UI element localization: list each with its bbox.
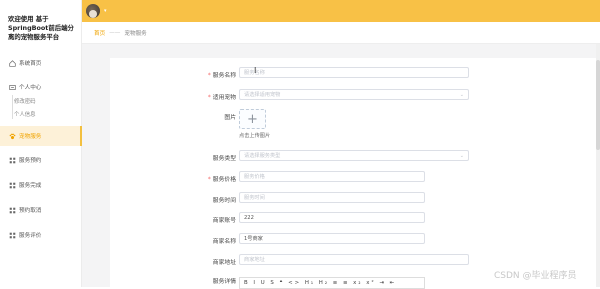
service-name-label-text: 服务名称 [212,73,236,79]
sidebar-item-change-password[interactable]: 修改密码 [14,97,36,105]
grid-icon [9,207,16,214]
sidebar-item-personal-center[interactable]: 个人中心 [0,77,82,97]
sidebar-item-label: 服务评价 [19,233,42,239]
merchant-address-input[interactable]: 商家地址 [239,254,469,265]
breadcrumb-separator: —— [109,29,121,36]
id-card-icon [9,84,16,91]
grid-icon [9,157,16,164]
service-name-label: * 服务名称 [208,70,236,79]
breadcrumb: 首页 —— 宠物服务 [82,22,600,44]
sidebar-item-personal-info[interactable]: 个人信息 [14,110,36,118]
scrollbar-thumb[interactable] [596,60,600,150]
sidebar-item-pet-service[interactable]: 宠物服务 [0,126,82,146]
applicable-pet-placeholder: 请选择适用宠物 [244,92,281,98]
paw-icon [9,133,16,140]
service-name-input[interactable]: 服务名称 [239,67,469,78]
plus-icon: + [247,111,258,127]
sidebar-item-label: 个人中心 [19,85,42,91]
applicable-pet-select[interactable]: 请选择适用宠物 ⌄ [239,89,469,100]
chevron-down-icon[interactable]: ▾ [104,8,107,14]
chevron-down-icon: ⌄ [459,92,464,98]
sidebar-item-service-booking[interactable]: 服务预约 [0,150,82,170]
service-price-label-text: 服务价格 [212,177,236,183]
sidebar-item-label: 宠物服务 [19,134,42,140]
merchant-name-label: 商家名称 [212,239,236,245]
sidebar-item-service-complete[interactable]: 服务完成 [0,175,82,195]
grid-icon [9,232,16,239]
breadcrumb-current: 宠物服务 [124,30,147,37]
applicable-pet-label-text: 适用宠物 [212,95,236,101]
submenu-line [12,95,13,119]
service-detail-label: 服务详情 [212,279,236,285]
grid-icon [9,182,16,189]
required-mark: * [207,95,211,101]
required-mark: * [207,177,211,183]
home-icon [9,59,16,67]
rich-text-toolbar[interactable]: B I U S ❝ <> H₁ H₂ ≡ ≡ x₂ x² ⇥ ⇤ [239,277,425,289]
sidebar-item-booking-cancel[interactable]: 预约取消 [0,200,82,220]
merchant-name-input[interactable]: 1号商家 [239,233,425,244]
service-price-input[interactable]: 服务价格 [239,171,425,182]
merchant-address-label: 商家地址 [212,260,236,266]
service-type-select[interactable]: 请选择服务类型 ⌄ [239,150,469,161]
sidebar-item-label: 系统首页 [19,61,42,67]
merchant-account-input[interactable]: 222 [239,212,425,223]
service-type-placeholder: 请选择服务类型 [244,153,281,159]
sidebar-item-label: 预约取消 [19,208,42,214]
merchant-account-label: 商家账号 [212,218,236,224]
text-cursor-icon: I [254,66,257,75]
image-label: 图片 [224,115,236,121]
image-upload-button[interactable]: + [239,109,266,129]
service-time-input[interactable]: 服务时间 [239,192,425,203]
avatar[interactable] [86,4,100,18]
chevron-down-icon: ⌄ [459,153,464,159]
sidebar-item-service-review[interactable]: 服务评价 [0,225,82,245]
breadcrumb-home[interactable]: 首页 [94,29,105,37]
top-bar [82,0,600,22]
required-mark: * [207,73,211,79]
applicable-pet-label: * 适用宠物 [208,92,236,101]
sidebar-item-label: 服务预约 [19,158,42,164]
image-upload-hint: 点击上传图片 [239,133,271,139]
app-title: 欢迎使用 基于SpringBoot前后端分离的宠物服务平台 [8,15,74,41]
sidebar-item-home[interactable]: 系统首页 [0,53,82,73]
service-time-label: 服务时间 [212,198,236,204]
watermark: CSDN @毕业程序员 [494,271,577,281]
sidebar-item-label: 服务完成 [19,183,42,189]
service-type-label: 服务类型 [212,156,236,162]
service-price-label: * 服务价格 [208,174,236,183]
